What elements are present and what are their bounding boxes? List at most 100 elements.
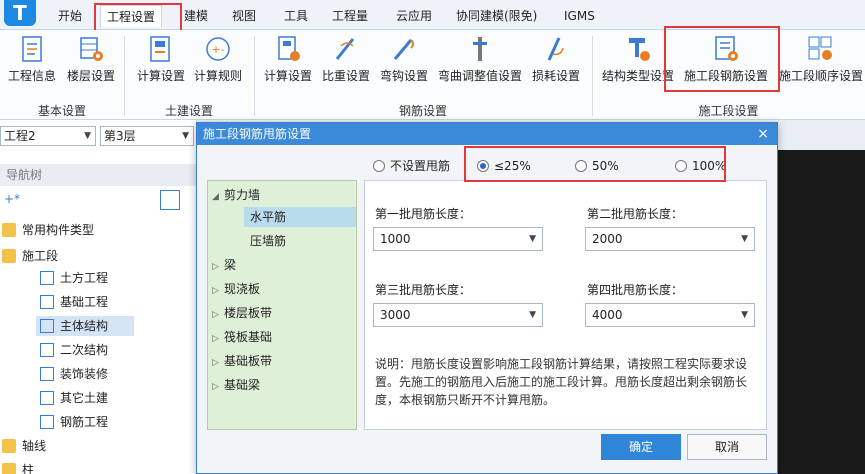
list-view-icon[interactable] — [160, 190, 180, 210]
tab-view[interactable]: 视图 — [226, 5, 262, 27]
group-label-segment: 施工段设置 — [698, 104, 759, 118]
loss-settings-button[interactable]: 损耗设置 — [530, 32, 582, 92]
component-tree: ◢ 剪力墙 水平筋 压墙筋 ▷ 梁 ▷ 现浇板 ▷ 楼层板带 ▷ 筏板基础 ▷ 基础板带 ▷… — [207, 180, 357, 430]
bend-adjust-icon — [473, 37, 487, 61]
nav-item-column[interactable]: 柱 — [2, 460, 34, 474]
civil-calc-settings-button[interactable]: 计算设置 — [132, 32, 190, 92]
nav-item-label: 轴线 — [22, 439, 47, 453]
batch2-length-select[interactable]: 2000 ▼ — [585, 227, 755, 251]
tree-item-shear-wall[interactable]: ◢ 剪力墙 — [212, 185, 260, 205]
tree-item-raft-foundation[interactable]: ▷ 筏板基础 — [212, 327, 272, 347]
project-combo[interactable]: 工程2 ▼ — [0, 126, 96, 146]
tree-item-horizontal-bar[interactable]: 水平筋 — [244, 207, 356, 227]
left-panel: 工程2 ▼ 第3层 ▼ 导航树 +* 常用构件类型 施工段 土方工程 基础工程 … — [0, 120, 197, 474]
tree-item-wall-pressing-bar[interactable]: 压墙筋 — [250, 231, 286, 251]
nav-item-axis[interactable]: 轴线 — [2, 436, 46, 456]
ok-button[interactable]: 确定 — [601, 434, 681, 460]
rebar-calc-settings-label: 计算设置 — [263, 69, 312, 83]
close-icon[interactable]: × — [757, 123, 769, 145]
structure-type-label: 结构类型设置 — [601, 69, 674, 83]
structure-type-icon — [629, 38, 650, 61]
dialog-title: 施工段钢筋甩筋设置 × — [197, 123, 777, 145]
expand-right-icon: ▷ — [212, 310, 219, 320]
tree-item-foundation-beam[interactable]: ▷ 基础梁 — [212, 375, 260, 395]
batch1-length-select[interactable]: 1000 ▼ — [373, 227, 543, 251]
tab-start[interactable]: 开始 — [52, 5, 88, 27]
select-value: 1000 — [380, 232, 411, 246]
menu-bar: T 开始 工程设置 建模 视图 工具 工程量 云应用 协同建模(限免) IGMS — [0, 0, 865, 30]
loss-settings-icon — [547, 37, 564, 61]
radio-50-percent[interactable]: 50% — [575, 158, 619, 174]
tree-item-beam[interactable]: ▷ 梁 — [212, 255, 236, 275]
floor-settings-button[interactable]: 楼层设置 — [62, 32, 120, 92]
rebar-calc-settings-button[interactable]: 计算设置 — [262, 32, 314, 92]
nav-item-segment[interactable]: 施工段 — [2, 246, 58, 266]
nav-item-other-civil[interactable]: 其它土建 — [40, 388, 108, 408]
tab-igms[interactable]: IGMS — [558, 5, 601, 27]
radio-100-percent[interactable]: 100% — [675, 158, 726, 174]
expand-right-icon: ▷ — [212, 334, 219, 344]
nav-item-decoration[interactable]: 装饰装修 — [40, 364, 108, 384]
radio-icon — [675, 160, 687, 172]
density-settings-button[interactable]: 比重设置 — [320, 32, 372, 92]
floor-combo-value: 第3层 — [104, 129, 136, 143]
calc-rules-icon: +- — [206, 37, 230, 61]
hook-settings-label: 弯钩设置 — [379, 69, 428, 83]
nav-item-rebar-work[interactable]: 钢筋工程 — [40, 412, 108, 432]
app-logo-icon[interactable]: T — [4, 0, 36, 26]
tree-item-floor-slab-strip[interactable]: ▷ 楼层板带 — [212, 303, 272, 323]
batch4-length-select[interactable]: 4000 ▼ — [585, 303, 755, 327]
radio-25-percent[interactable]: ≤25% — [477, 158, 531, 174]
tree-item-label: 基础梁 — [224, 378, 261, 392]
doc-info-icon — [22, 36, 42, 62]
nav-item-label: 常用构件类型 — [22, 223, 95, 237]
floor-combo[interactable]: 第3层 ▼ — [100, 126, 194, 146]
nav-item-label: 柱 — [22, 463, 35, 474]
tab-modeling[interactable]: 建模 — [178, 5, 214, 27]
calc-rules-button[interactable]: +- 计算规则 — [192, 32, 244, 92]
nav-item-secondary-structure[interactable]: 二次结构 — [40, 340, 108, 360]
tab-cloud-apps[interactable]: 云应用 — [390, 5, 438, 27]
tab-project-settings[interactable]: 工程设置 — [100, 5, 163, 27]
radio-no-setting[interactable]: 不设置甩筋 — [373, 158, 450, 174]
nav-item-earthwork[interactable]: 土方工程 — [40, 268, 108, 288]
nav-item-label: 施工段 — [22, 249, 59, 263]
nav-item-foundation[interactable]: 基础工程 — [40, 292, 108, 312]
segment-rebar-icon — [715, 36, 738, 61]
new-item-icon[interactable]: +* — [4, 192, 20, 206]
hook-settings-icon — [393, 39, 414, 60]
group-label-basic: 基本设置 — [37, 104, 86, 118]
svg-text:+-: +- — [211, 43, 224, 56]
nav-item-label: 主体结构 — [60, 319, 109, 333]
hook-settings-button[interactable]: 弯钩设置 — [378, 32, 430, 92]
tab-quantity[interactable]: 工程量 — [326, 5, 374, 27]
chevron-down-icon: ▼ — [84, 131, 91, 141]
segment-rebar-settings-button[interactable]: 施工段钢筋设置 — [680, 32, 772, 92]
tab-collab-modeling[interactable]: 协同建模(限免) — [450, 5, 543, 27]
tree-item-label: 水平筋 — [250, 210, 287, 224]
radio-icon — [373, 160, 385, 172]
project-info-button[interactable]: 工程信息 — [4, 32, 60, 92]
civil-calc-settings-label: 计算设置 — [136, 69, 185, 83]
expand-right-icon: ▷ — [212, 262, 219, 272]
segment-order-settings-button[interactable]: 施工段顺序设置 — [778, 32, 864, 92]
segment-rebar-label: 施工段钢筋设置 — [683, 69, 768, 83]
folder-icon — [2, 249, 16, 263]
expand-right-icon: ▷ — [212, 286, 219, 296]
drawing-canvas[interactable] — [778, 150, 865, 474]
foundation-icon — [40, 295, 54, 309]
nav-item-main-structure[interactable]: 主体结构 — [36, 316, 134, 336]
nav-tree-title: 导航树 — [0, 164, 197, 186]
nav-item-common-types[interactable]: 常用构件类型 — [2, 220, 94, 240]
tree-item-cast-slab[interactable]: ▷ 现浇板 — [212, 279, 260, 299]
bend-adjust-settings-button[interactable]: 弯曲调整值设置 — [436, 32, 524, 92]
earthwork-icon — [40, 271, 54, 285]
explanation-note: 说明：甩筋长度设置影响施工段钢筋计算结果，请按照工程实际要求设置。先施工的钢筋甩… — [375, 357, 748, 407]
batch3-length-select[interactable]: 3000 ▼ — [373, 303, 543, 327]
tree-item-foundation-slab-strip[interactable]: ▷ 基础板带 — [212, 351, 272, 371]
cancel-button[interactable]: 取消 — [687, 434, 767, 460]
select-value: 3000 — [380, 308, 411, 322]
nav-item-label: 基础工程 — [60, 295, 109, 309]
tab-tools[interactable]: 工具 — [278, 5, 314, 27]
structure-type-settings-button[interactable]: 结构类型设置 — [600, 32, 676, 92]
